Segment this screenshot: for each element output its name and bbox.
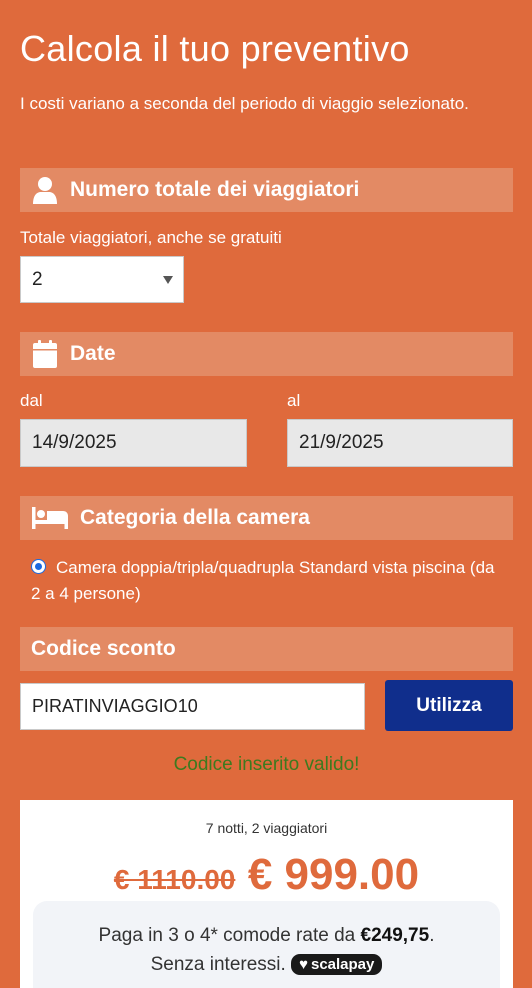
date-to-label: al (287, 391, 301, 410)
room-radio[interactable] (31, 559, 46, 574)
travelers-field-label: Totale viaggiatori, anche se gratuiti (20, 228, 282, 247)
room-option-label: Camera doppia/tripla/quadrupla Standard … (31, 558, 495, 603)
code-valid-message: Codice inserito valido! (173, 754, 360, 775)
no-interest-text: Senza interessi. (150, 954, 286, 975)
dates-section-header: Date (20, 332, 513, 376)
price-row: € 1110.00 € 999.00 (20, 850, 513, 900)
scalapay-box: Paga in 3 o 4* comode rate da €249,75. S… (33, 901, 500, 988)
discount-code-value: PIRATINVIAGGIO10 (32, 696, 198, 716)
date-to-value: 21/9/2025 (299, 432, 384, 453)
scalapay-no-interest-row: Senza interessi. ♥ scalapay (33, 950, 500, 979)
travelers-select[interactable]: 2 (20, 256, 184, 303)
scalapay-logo-text: scalapay (310, 956, 375, 973)
discount-section-header: Codice sconto (20, 627, 513, 671)
travelers-section-header: Numero totale dei viaggiatori (20, 168, 513, 212)
page-subtitle: I costi variano a seconda del periodo di… (20, 94, 469, 113)
apply-code-button[interactable]: Utilizza (385, 680, 513, 731)
page-title: Calcola il tuo preventivo (20, 28, 410, 69)
scalapay-installments: Paga in 3 o 4* comode rate da €249,75. (33, 921, 500, 950)
scalapay-suffix: . (429, 925, 435, 946)
user-icon (20, 168, 70, 212)
nights-travelers-text: 7 notti, 2 viaggiatori (205, 820, 328, 836)
old-price: € 1110.00 (113, 864, 236, 895)
bed-icon (20, 496, 80, 540)
travelers-section-title: Numero totale dei viaggiatori (70, 178, 360, 201)
price-summary-card: 7 notti, 2 viaggiatori € 1110.00 € 999.0… (20, 800, 513, 988)
heart-icon: ♥ (299, 956, 308, 973)
scalapay-logo[interactable]: ♥ scalapay (291, 954, 383, 975)
scalapay-amount: €249,75 (360, 925, 430, 946)
date-from-field[interactable]: 14/9/2025 (20, 419, 247, 467)
calendar-icon (20, 332, 70, 376)
travelers-select-value: 2 (32, 268, 43, 290)
date-from-value: 14/9/2025 (32, 432, 117, 453)
room-section-header: Categoria della camera (20, 496, 513, 540)
discount-section-title: Codice sconto (31, 637, 176, 660)
discount-code-input[interactable]: PIRATINVIAGGIO10 (20, 683, 365, 730)
room-option[interactable]: Camera doppia/tripla/quadrupla Standard … (31, 555, 501, 607)
date-from-label: dal (20, 391, 43, 410)
date-to-field[interactable]: 21/9/2025 (287, 419, 513, 467)
scalapay-text: Paga in 3 o 4* comode rate da (98, 925, 356, 946)
room-section-title: Categoria della camera (80, 506, 310, 529)
chevron-down-icon (163, 276, 173, 284)
new-price: € 999.00 (247, 850, 420, 899)
dates-section-title: Date (70, 342, 116, 365)
